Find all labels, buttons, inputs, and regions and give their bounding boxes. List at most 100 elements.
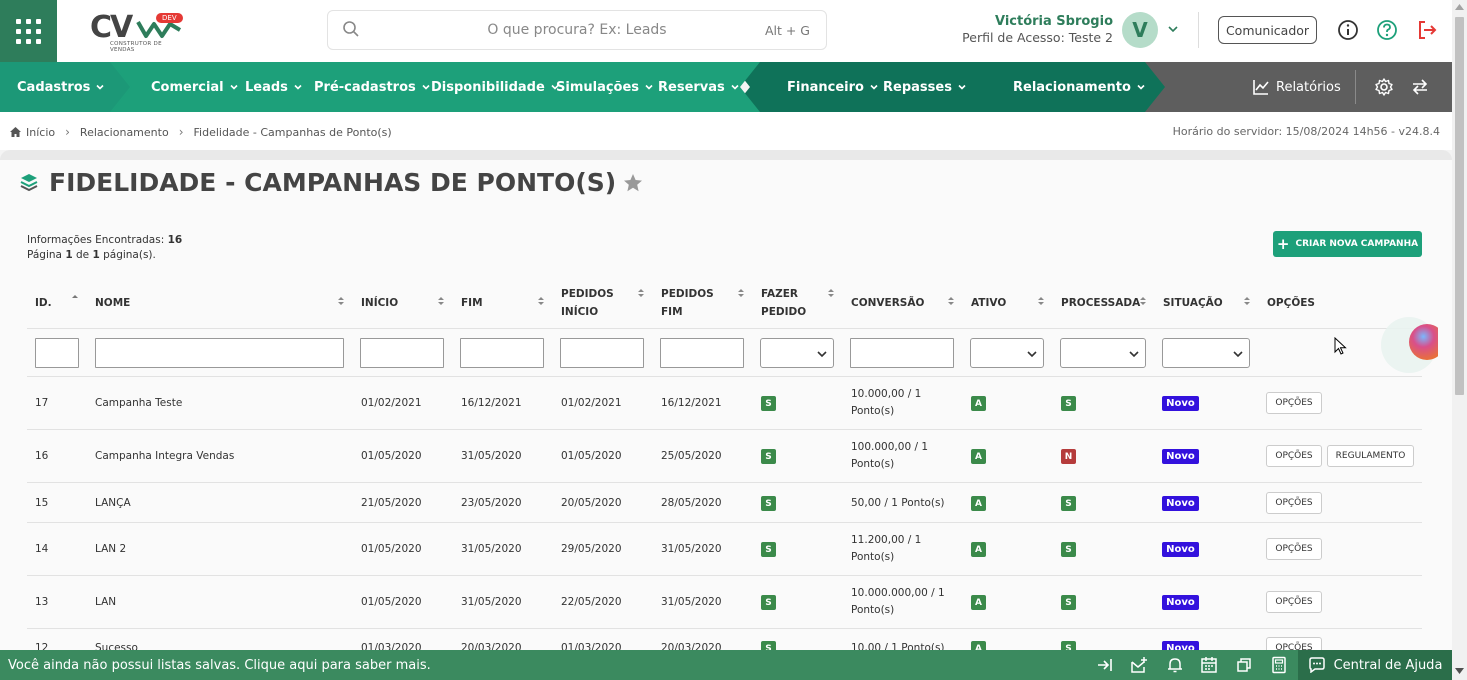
filter-fazer-pedido-select[interactable] xyxy=(760,338,834,368)
list-add-icon[interactable] xyxy=(1130,656,1148,674)
filter-ativo-select[interactable] xyxy=(970,338,1044,368)
star-icon[interactable] xyxy=(622,172,644,194)
sort-icon[interactable] xyxy=(1038,296,1044,306)
header-line: PEDIDOS xyxy=(561,288,614,300)
col-header-conversao[interactable]: CONVERSÃO xyxy=(851,294,924,312)
nav-disponibilidade[interactable]: Disponibilidade xyxy=(431,62,560,112)
options-button[interactable]: OPÇÕES xyxy=(1266,591,1322,613)
nav-financeiro[interactable]: Financeiro xyxy=(787,62,879,112)
expand-icon[interactable] xyxy=(1096,656,1114,674)
col-header-fim[interactable]: FIM xyxy=(461,294,483,312)
gear-icon[interactable] xyxy=(1374,77,1394,97)
filter-fim-input[interactable] xyxy=(460,338,544,368)
breadcrumb-home[interactable]: Início xyxy=(26,126,55,139)
sort-icon[interactable] xyxy=(828,288,834,298)
info-icon[interactable] xyxy=(1337,19,1359,41)
processada-badge: N xyxy=(1061,449,1076,464)
user-info[interactable]: Victória Sbrogio Perfil de Acesso: Teste… xyxy=(962,14,1113,45)
windows-icon[interactable] xyxy=(1235,656,1253,674)
nav-label: Relacionamento xyxy=(1013,79,1131,95)
col-header-inicio[interactable]: INÍCIO xyxy=(361,294,398,312)
sort-icon[interactable] xyxy=(438,296,444,306)
sort-icon[interactable] xyxy=(538,296,544,306)
cell-nome: LAN xyxy=(95,596,117,608)
col-header-pedidos-inicio[interactable]: PEDIDOS INÍCIO xyxy=(561,285,614,321)
cell-inicio: 01/05/2020 xyxy=(361,543,422,555)
nav-repasses[interactable]: Repasses xyxy=(883,62,967,112)
swap-icon[interactable] xyxy=(1410,77,1430,97)
col-header-pedidos-fim[interactable]: PEDIDOS FIM xyxy=(661,285,714,321)
table-divider xyxy=(27,429,1422,430)
regulamento-button[interactable]: REGULAMENTO xyxy=(1327,445,1414,467)
conversao-line: Ponto(s) xyxy=(851,604,895,616)
filter-conversao-input[interactable] xyxy=(850,338,954,368)
scroll-up-icon[interactable] xyxy=(1455,4,1464,10)
bell-icon[interactable] xyxy=(1166,656,1184,674)
nav-label: Repasses xyxy=(883,79,952,95)
filter-processada-select[interactable] xyxy=(1060,338,1146,368)
options-button[interactable]: OPÇÕES xyxy=(1266,445,1322,467)
help-icon[interactable] xyxy=(1376,19,1398,41)
home-icon[interactable] xyxy=(9,126,22,138)
saved-lists-message[interactable]: Você ainda não possui listas salvas. Cli… xyxy=(8,658,431,673)
nav-leads[interactable]: Leads xyxy=(245,62,303,112)
global-search[interactable]: O que procura? Ex: Leads Alt + G xyxy=(327,10,827,50)
nav-reservas[interactable]: Reservas xyxy=(658,62,740,112)
situacao-badge: Novo xyxy=(1162,595,1199,610)
nav-cadastros[interactable]: Cadastros xyxy=(17,62,105,112)
cell-pedidos-fim: 31/05/2020 xyxy=(661,596,722,608)
sort-icon[interactable] xyxy=(338,296,344,306)
scroll-down-icon[interactable] xyxy=(1455,668,1464,674)
filter-pedidos-fim-input[interactable] xyxy=(660,338,744,368)
col-header-id[interactable]: ID. xyxy=(35,294,52,312)
options-button[interactable]: OPÇÕES xyxy=(1266,492,1322,514)
calculator-icon[interactable] xyxy=(1270,656,1288,674)
nav-relatorios[interactable]: Relatórios xyxy=(1252,62,1341,112)
filter-id-input[interactable] xyxy=(35,338,79,368)
page-scrollbar[interactable] xyxy=(1452,0,1467,680)
chevron-down-icon[interactable] xyxy=(1166,22,1180,36)
logo[interactable]: CV DEV CONSTRUTOR DE VENDAS xyxy=(90,10,185,53)
mouse-cursor-icon xyxy=(1334,337,1347,355)
page-of: de xyxy=(75,249,90,261)
sort-asc-icon[interactable] xyxy=(72,294,78,304)
sort-icon[interactable] xyxy=(638,288,644,298)
sort-icon[interactable] xyxy=(738,288,744,298)
col-header-nome[interactable]: NOME xyxy=(95,294,130,312)
breadcrumb-relacionamento[interactable]: Relacionamento xyxy=(80,126,169,139)
calendar-icon[interactable] xyxy=(1200,656,1218,674)
chevron-down-icon xyxy=(230,84,238,90)
help-center-button[interactable]: Central de Ajuda xyxy=(1298,650,1452,680)
sort-icon[interactable] xyxy=(1244,296,1250,306)
ativo-badge: A xyxy=(971,542,986,557)
cell-id: 16 xyxy=(35,450,49,462)
loyalty-icon xyxy=(20,173,38,191)
nav-comercial[interactable]: Comercial xyxy=(151,62,239,112)
filter-nome-input[interactable] xyxy=(95,338,344,368)
options-button[interactable]: OPÇÕES xyxy=(1266,538,1322,560)
nav-divider xyxy=(1355,70,1356,104)
conversao-line: 10.000,00 / 1 xyxy=(851,388,922,400)
col-header-fazer-pedido[interactable]: FAZER PEDIDO xyxy=(761,285,806,321)
scrollbar-thumb[interactable] xyxy=(1455,17,1464,395)
options-button[interactable]: OPÇÕES xyxy=(1266,392,1322,414)
col-header-processada[interactable]: PROCESSADA xyxy=(1061,294,1140,312)
nav-pre-cadastros[interactable]: Pré-cadastros xyxy=(314,62,431,112)
logout-icon[interactable] xyxy=(1416,19,1438,41)
nav-relacionamento[interactable]: Relacionamento xyxy=(1013,62,1146,112)
sort-icon[interactable] xyxy=(948,296,954,306)
assistant-bubble-icon[interactable] xyxy=(1380,316,1438,374)
create-campaign-button[interactable]: + CRIAR NOVA CAMPANHA xyxy=(1273,231,1422,257)
col-header-ativo[interactable]: ATIVO xyxy=(971,294,1006,312)
filter-situacao-select[interactable] xyxy=(1162,338,1250,368)
filter-pedidos-inicio-input[interactable] xyxy=(560,338,644,368)
avatar[interactable]: V xyxy=(1122,12,1158,48)
col-header-situacao[interactable]: SITUAÇÃO xyxy=(1163,294,1223,312)
filter-inicio-input[interactable] xyxy=(360,338,444,368)
nav-simulacoes[interactable]: Simulações xyxy=(556,62,654,112)
chevron-down-icon xyxy=(422,84,430,90)
header-line: PEDIDOS xyxy=(661,288,714,300)
sort-icon[interactable] xyxy=(1140,296,1146,306)
apps-grid-icon[interactable] xyxy=(0,0,57,62)
communicator-button[interactable]: Comunicador xyxy=(1218,16,1317,44)
